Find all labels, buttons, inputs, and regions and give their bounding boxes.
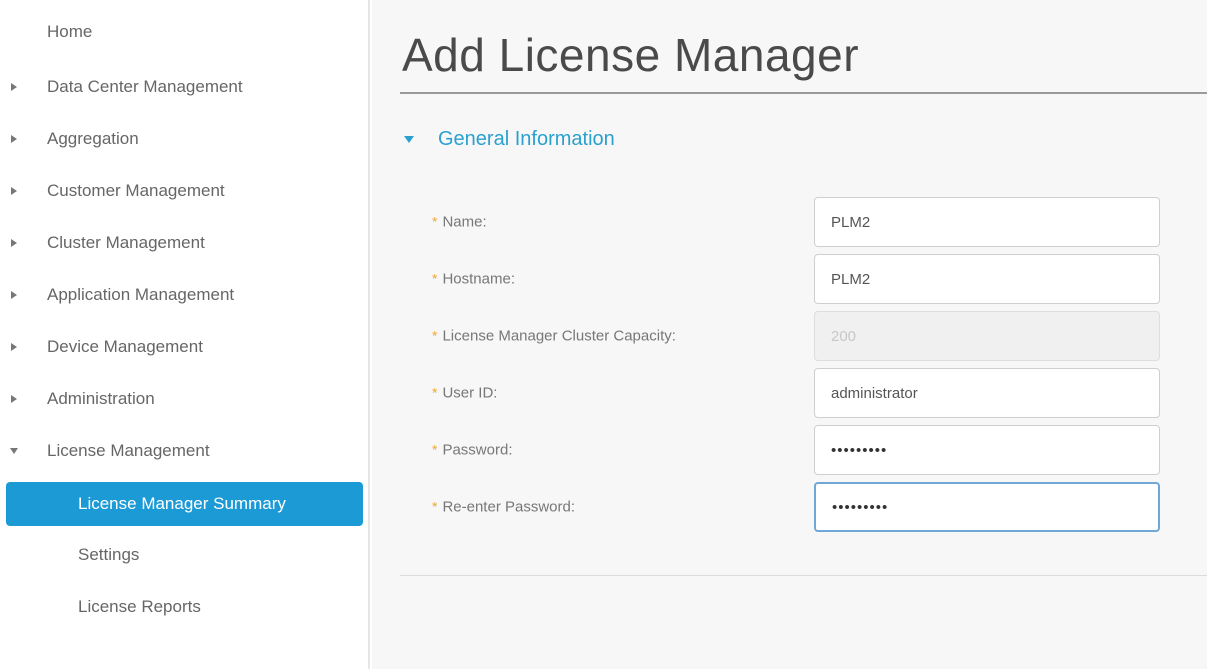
section-title: General Information [438,128,615,150]
sidebar-item-application-management[interactable]: Application Management [0,275,362,315]
sidebar-item-administration[interactable]: Administration [0,379,362,419]
expand-arrow-icon [9,186,19,196]
hostname-input[interactable] [814,254,1160,304]
form-row-reenter-password: * Re-enter Password: [372,482,1207,532]
form-row-hostname: * Hostname: [372,254,1207,304]
field-label: * Re-enter Password: [432,498,576,516]
sidebar-item-license-management[interactable]: License Management [0,431,362,471]
form-row-name: * Name: [372,197,1207,247]
sidebar-subitem-license-manager-summary[interactable]: License Manager Summary [6,482,363,526]
field-label: * Hostname: [432,270,515,288]
expand-arrow-icon [9,394,19,404]
collapse-arrow-icon [9,446,19,456]
sidebar-item-label: Device Management [47,337,203,356]
title-divider [400,92,1207,94]
main-content: Add License Manager General Information … [372,0,1207,669]
sidebar-item-device-management[interactable]: Device Management [0,327,362,367]
sidebar-item-label: Customer Management [47,181,225,200]
expand-arrow-icon [9,342,19,352]
required-marker: * [432,270,438,287]
sidebar-item-label: Administration [47,389,155,408]
name-input[interactable] [814,197,1160,247]
sidebar-item-label: Home [47,22,93,41]
sidebar-item-home[interactable]: Home [0,12,362,52]
section-header-general-information[interactable]: General Information [404,128,615,151]
sidebar-item-label: License Reports [78,597,201,616]
sidebar-subitem-license-reports[interactable]: License Reports [0,587,362,627]
required-marker: * [432,498,438,515]
form-divider [400,575,1207,576]
sidebar-item-aggregation[interactable]: Aggregation [0,119,362,159]
field-label: * Name: [432,213,487,231]
sidebar-item-label: License Management [47,441,210,460]
sidebar-item-label: License Manager Summary [78,494,286,513]
form-row-password: * Password: [372,425,1207,475]
form-row-cluster-capacity: * License Manager Cluster Capacity: [372,311,1207,361]
sidebar-item-label: Settings [78,545,140,564]
expand-arrow-icon [9,290,19,300]
sidebar-subitem-settings[interactable]: Settings [0,535,362,575]
collapse-arrow-icon [404,136,414,143]
sidebar-item-label: Data Center Management [47,77,243,96]
sidebar-item-data-center-management[interactable]: Data Center Management [0,67,362,107]
sidebar-item-customer-management[interactable]: Customer Management [0,171,362,211]
password-input[interactable] [814,425,1160,475]
field-label: * Password: [432,441,513,459]
cluster-capacity-input [814,311,1160,361]
user-id-input[interactable] [814,368,1160,418]
sidebar-item-cluster-management[interactable]: Cluster Management [0,223,362,263]
expand-arrow-icon [9,82,19,92]
field-label: * User ID: [432,384,498,402]
sidebar-item-label: Cluster Management [47,233,205,252]
required-marker: * [432,441,438,458]
expand-arrow-icon [9,238,19,248]
form-row-user-id: * User ID: [372,368,1207,418]
sidebar-item-label: Aggregation [47,129,139,148]
required-marker: * [432,327,438,344]
page-title: Add License Manager [402,29,860,81]
expand-arrow-icon [9,134,19,144]
sidebar-item-label: Application Management [47,285,235,304]
required-marker: * [432,213,438,230]
required-marker: * [432,384,438,401]
sidebar-nav: Home Data Center Management Aggregation … [0,0,370,669]
field-label: * License Manager Cluster Capacity: [432,327,676,345]
reenter-password-input[interactable] [814,482,1160,532]
